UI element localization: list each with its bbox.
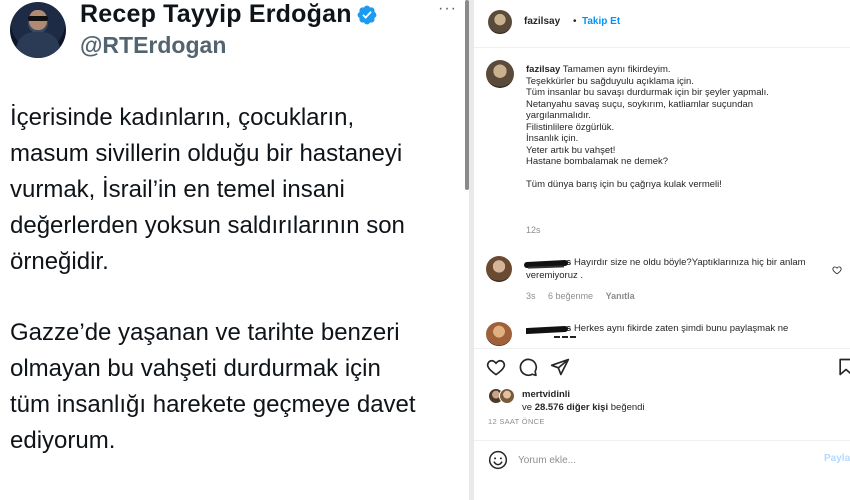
caption-line: Filistinlilere özgürlük. <box>526 121 615 133</box>
avatar <box>499 388 515 404</box>
comment-heart-icon[interactable] <box>832 265 842 275</box>
likes-count: 28.576 diğer kişi <box>534 402 609 413</box>
follow-button[interactable]: Takip Et <box>582 16 620 27</box>
reply-button[interactable]: Yanıtla <box>606 291 635 301</box>
caption-line: Netanyahu savaş suçu, soykırım, katliaml… <box>526 98 754 110</box>
comment-username[interactable]: s <box>526 323 571 335</box>
caption-line: Tüm insanlar bu savaşı durdurmak için bi… <box>526 87 769 98</box>
caption-timestamp[interactable]: 12s <box>526 225 541 235</box>
caption-line: fazilsay Tamamen aynı fikirdeyim. <box>526 64 842 76</box>
heart-icon[interactable] <box>486 357 506 377</box>
avatar-glasses <box>28 16 48 21</box>
separator-dot: • <box>573 16 577 27</box>
likes-prefix: ve <box>522 402 535 413</box>
post-timestamp[interactable]: 12 SAAT ÖNCE <box>488 417 545 426</box>
emoji-icon[interactable] <box>488 450 508 470</box>
post-comment-button[interactable]: Paylaş <box>824 453 850 464</box>
caption-line: Tüm dünya barış için bu çağrıya kulak ve… <box>526 179 722 190</box>
post-header: fazilsay • Takip Et <box>474 0 850 48</box>
comment-text: Herkes aynı fikirde zaten şimdi bunu pay… <box>573 323 789 334</box>
post-username[interactable]: fazilsay <box>524 16 560 27</box>
caption-line: İnsanlık için. <box>526 133 579 144</box>
caption-line: Yeter artık bu vahşet! <box>526 144 616 156</box>
add-comment-bar: Paylaş <box>474 440 850 480</box>
redaction-scribble <box>527 265 565 269</box>
avatar[interactable] <box>486 322 512 346</box>
tweet-body: İçerisinde kadınların, çocukların, masum… <box>10 100 460 459</box>
likes-suffix: beğendi <box>608 402 645 413</box>
post-actions <box>474 348 850 382</box>
comment-username[interactable]: s <box>523 257 571 269</box>
caption-text: Tamamen aynı fikirdeyim. <box>562 64 671 75</box>
instagram-post-panel: fazilsay • Takip Et fazilsay Tamamen ayn… <box>474 0 850 500</box>
avatar[interactable] <box>10 2 66 58</box>
post-caption: fazilsay Tamamen aynı fikirdeyim. Teşekk… <box>526 64 842 191</box>
comment: s Hayırdır size ne oldu böyle?Yaptıkları… <box>523 256 831 282</box>
share-icon[interactable] <box>550 357 570 377</box>
caption-line: Teşekkürler bu sağduyulu açıklama için. <box>526 75 694 87</box>
tweet-paragraph: İçerisinde kadınların, çocukların, masum… <box>10 104 405 275</box>
avatar[interactable] <box>486 256 512 282</box>
comment-input[interactable] <box>518 452 778 468</box>
comment-meta: 3s 6 beğenme Yanıtla <box>526 291 645 301</box>
caption-username[interactable]: fazilsay <box>526 64 560 75</box>
verified-badge-icon <box>357 5 377 25</box>
tweet-panel: Recep Tayyip Erdoğan @RTErdogan ··· İçer… <box>0 0 469 500</box>
redaction-scribble <box>526 325 569 335</box>
liker-username[interactable]: mertvidinli <box>522 389 570 400</box>
comment-icon[interactable] <box>518 357 538 377</box>
tweet-author-name[interactable]: Recep Tayyip Erdoğan <box>80 0 352 29</box>
bottom-area <box>474 480 850 500</box>
avatar-body <box>16 32 60 58</box>
caption-line: Hastane bombalamak ne demek? <box>526 156 669 167</box>
redaction-scribble <box>554 336 576 340</box>
tweet-paragraph: Gazze’de yaşanan ve tarihte benzeri olma… <box>10 319 416 454</box>
tweet-author-handle[interactable]: @RTErdogan <box>80 32 226 59</box>
avatar[interactable] <box>486 60 514 88</box>
caption-line: yargılanmalıdır. <box>526 110 591 121</box>
liker-avatars[interactable] <box>488 388 518 406</box>
comment-likes[interactable]: 6 beğenme <box>548 291 593 301</box>
avatar[interactable] <box>488 10 512 34</box>
save-icon[interactable] <box>836 357 850 377</box>
comment-timestamp[interactable]: 3s <box>526 291 536 301</box>
likes-summary[interactable]: ve 28.576 diğer kişi beğendi <box>522 402 645 413</box>
more-horizontal-icon[interactable]: ··· <box>438 1 458 17</box>
